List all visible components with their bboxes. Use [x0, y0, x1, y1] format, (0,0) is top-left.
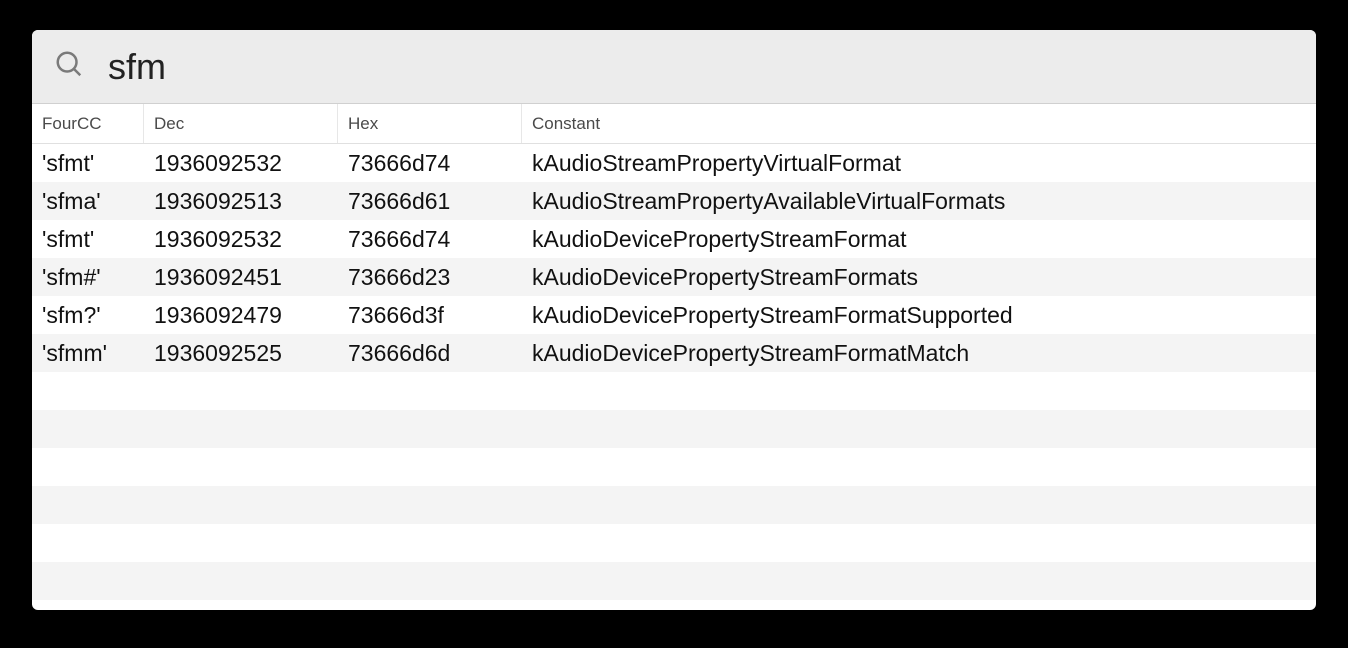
- table-row[interactable]: 'sfmm'193609252573666d6dkAudioDeviceProp…: [32, 334, 1316, 372]
- cell-hex: 73666d61: [338, 182, 522, 220]
- cell-hex: 73666d6d: [338, 334, 522, 372]
- table-body: 'sfmt'193609253273666d74kAudioStreamProp…: [32, 144, 1316, 610]
- column-header-fourcc[interactable]: FourCC: [32, 104, 144, 143]
- table-row[interactable]: 'sfmt'193609253273666d74kAudioDeviceProp…: [32, 220, 1316, 258]
- cell-constant: kAudioDevicePropertyStreamFormats: [522, 258, 1316, 296]
- table-row-empty: [32, 448, 1316, 486]
- cell-dec: 1936092479: [144, 296, 338, 334]
- column-header-hex[interactable]: Hex: [338, 104, 522, 143]
- cell-dec: 1936092532: [144, 144, 338, 182]
- cell-dec: 1936092513: [144, 182, 338, 220]
- cell-dec: 1936092451: [144, 258, 338, 296]
- table-row[interactable]: 'sfm#'193609245173666d23kAudioDeviceProp…: [32, 258, 1316, 296]
- cell-constant: kAudioStreamPropertyAvailableVirtualForm…: [522, 182, 1316, 220]
- cell-constant: kAudioDevicePropertyStreamFormat: [522, 220, 1316, 258]
- cell-constant: kAudioStreamPropertyVirtualFormat: [522, 144, 1316, 182]
- cell-hex: 73666d3f: [338, 296, 522, 334]
- table-header: FourCC Dec Hex Constant: [32, 104, 1316, 144]
- cell-constant: kAudioDevicePropertyStreamFormatMatch: [522, 334, 1316, 372]
- table-row-empty: [32, 486, 1316, 524]
- cell-hex: 73666d74: [338, 144, 522, 182]
- search-bar: [32, 30, 1316, 104]
- cell-dec: 1936092525: [144, 334, 338, 372]
- table-row[interactable]: 'sfm?'193609247973666d3fkAudioDeviceProp…: [32, 296, 1316, 334]
- lookup-window: FourCC Dec Hex Constant 'sfmt'1936092532…: [32, 30, 1316, 610]
- table-row[interactable]: 'sfma'193609251373666d61kAudioStreamProp…: [32, 182, 1316, 220]
- search-icon: [54, 49, 84, 84]
- cell-hex: 73666d23: [338, 258, 522, 296]
- table-row-empty: [32, 372, 1316, 410]
- table-row[interactable]: 'sfmt'193609253273666d74kAudioStreamProp…: [32, 144, 1316, 182]
- cell-fourcc: 'sfmm': [32, 334, 144, 372]
- cell-fourcc: 'sfmt': [32, 144, 144, 182]
- cell-constant: kAudioDevicePropertyStreamFormatSupporte…: [522, 296, 1316, 334]
- table-row-empty: [32, 524, 1316, 562]
- cell-dec: 1936092532: [144, 220, 338, 258]
- column-header-dec[interactable]: Dec: [144, 104, 338, 143]
- cell-fourcc: 'sfma': [32, 182, 144, 220]
- column-header-constant[interactable]: Constant: [522, 104, 1316, 143]
- cell-fourcc: 'sfmt': [32, 220, 144, 258]
- cell-hex: 73666d74: [338, 220, 522, 258]
- cell-fourcc: 'sfm?': [32, 296, 144, 334]
- table-row-empty: [32, 562, 1316, 600]
- table-row-empty: [32, 410, 1316, 448]
- cell-fourcc: 'sfm#': [32, 258, 144, 296]
- search-input[interactable]: [84, 45, 1294, 89]
